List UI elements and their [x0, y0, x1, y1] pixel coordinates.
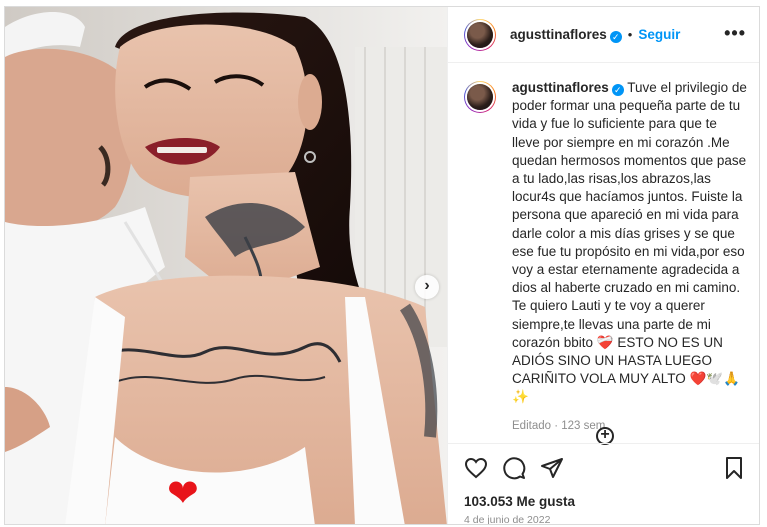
comment-icon[interactable]	[502, 456, 526, 480]
like-count[interactable]: 103.053 Me gusta	[464, 494, 575, 509]
more-icon[interactable]: •••	[724, 23, 746, 44]
caption-area: agusttinaflores ✓ Tuve el privilegio de p…	[448, 71, 759, 431]
post-date[interactable]: 4 de junio de 2022	[464, 514, 550, 524]
verified-icon: ✓	[609, 31, 622, 43]
avatar[interactable]	[464, 19, 496, 51]
header-user: agusttinaflores ✓ • Seguir	[510, 26, 680, 44]
caption: agusttinaflores ✓ Tuve el privilegio de p…	[512, 79, 748, 431]
username-link[interactable]: agusttinaflores	[510, 27, 607, 42]
separator-dot: •	[627, 27, 633, 42]
caption-avatar[interactable]	[464, 81, 496, 113]
like-icon[interactable]	[464, 456, 488, 480]
edited-meta: Editado · 123 sem	[512, 419, 606, 431]
caption-username[interactable]: agusttinaflores	[512, 80, 609, 95]
heart-sticker: ❤	[167, 473, 199, 515]
post-photo[interactable]: ❤ ›	[5, 7, 447, 524]
post-sidebar: agusttinaflores ✓ • Seguir ••• agusttinaflo…	[447, 7, 759, 524]
save-icon[interactable]	[722, 456, 746, 480]
verified-icon: ✓	[611, 84, 624, 96]
post-header: agusttinaflores ✓ • Seguir •••	[448, 7, 759, 63]
action-bar: 103.053 Me gusta 4 de junio de 2022	[448, 443, 759, 524]
post-photo-image	[5, 7, 447, 524]
carousel-next-icon[interactable]: ›	[415, 275, 439, 299]
share-icon[interactable]	[540, 456, 564, 480]
follow-button[interactable]: Seguir	[638, 27, 680, 42]
post-modal: ❤ › agusttinaflores ✓ • Seguir ••• agusttin…	[4, 6, 760, 525]
caption-text: Tuve el privilegio de poder formar una p…	[512, 80, 747, 405]
